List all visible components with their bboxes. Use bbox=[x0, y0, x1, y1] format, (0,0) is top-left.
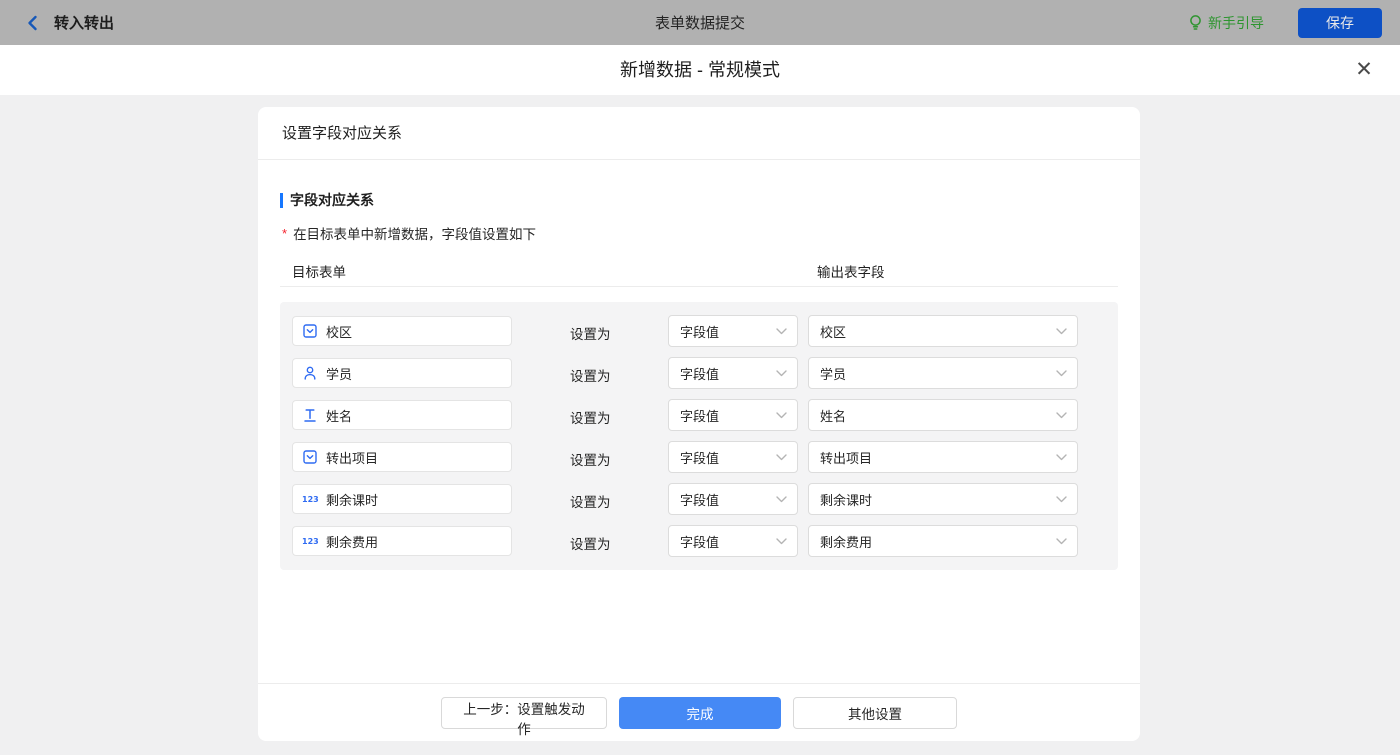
value-type-value: 字段值 bbox=[680, 406, 719, 425]
column-headers: 目标表单 输出表字段 bbox=[280, 247, 1118, 287]
close-icon[interactable]: ✕ bbox=[1352, 58, 1376, 82]
screen: 转入转出 表单数据提交 新手引导 保存 新增数据 - 常规模式 ✕ 设置字段对应… bbox=[0, 0, 1400, 755]
save-button[interactable]: 保存 bbox=[1298, 8, 1382, 38]
value-type-value: 字段值 bbox=[680, 448, 719, 467]
value-type-select[interactable]: 字段值 bbox=[668, 357, 798, 389]
target-field-label: 转出项目 bbox=[326, 448, 378, 467]
chevron-down-icon bbox=[776, 454, 787, 461]
value-type-value: 字段值 bbox=[680, 364, 719, 383]
chevron-down-icon bbox=[1056, 496, 1067, 503]
target-field-chip[interactable]: 123 学员 bbox=[292, 358, 512, 388]
chevron-down-icon bbox=[776, 370, 787, 377]
dialog-title: 新增数据 - 常规模式 bbox=[0, 45, 1400, 95]
other-settings-button[interactable]: 其他设置 bbox=[793, 697, 957, 729]
field-type-icon: 123 bbox=[302, 533, 318, 549]
set-as-label: 设置为 bbox=[570, 407, 611, 427]
chevron-down-icon bbox=[776, 412, 787, 419]
target-field-label: 校区 bbox=[326, 322, 352, 341]
output-field-value: 剩余费用 bbox=[820, 532, 872, 551]
field-type-icon: 123 bbox=[302, 491, 318, 507]
output-field-value: 校区 bbox=[820, 322, 846, 341]
required-asterisk: * bbox=[282, 226, 287, 241]
target-field-label: 剩余费用 bbox=[326, 532, 378, 551]
chevron-down-icon bbox=[1056, 412, 1067, 419]
field-mapping-row: 123 姓名 设置为 字段值 姓名 bbox=[280, 400, 1118, 430]
target-field-label: 姓名 bbox=[326, 406, 352, 425]
output-field-value: 学员 bbox=[820, 364, 846, 383]
beginner-guide-label: 新手引导 bbox=[1208, 13, 1264, 33]
output-field-select[interactable]: 转出项目 bbox=[808, 441, 1078, 473]
output-field-value: 转出项目 bbox=[820, 448, 872, 467]
chevron-down-icon bbox=[1056, 538, 1067, 545]
output-field-value: 姓名 bbox=[820, 406, 846, 425]
app-topbar: 转入转出 表单数据提交 新手引导 保存 bbox=[0, 0, 1400, 45]
value-type-select[interactable]: 字段值 bbox=[668, 525, 798, 557]
dialog-header: 新增数据 - 常规模式 ✕ bbox=[0, 45, 1400, 95]
chevron-down-icon bbox=[1056, 454, 1067, 461]
section-accent-bar bbox=[280, 193, 283, 208]
value-type-select[interactable]: 字段值 bbox=[668, 315, 798, 347]
field-mapping-row: 123 校区 设置为 字段值 校区 bbox=[280, 316, 1118, 346]
field-type-icon: 123 bbox=[302, 323, 318, 339]
output-field-select[interactable]: 学员 bbox=[808, 357, 1078, 389]
svg-text:123: 123 bbox=[302, 495, 318, 504]
chevron-down-icon bbox=[776, 328, 787, 335]
hint-row: * 在目标表单中新增数据，字段值设置如下 bbox=[280, 223, 1118, 243]
field-mapping-card: 设置字段对应关系 字段对应关系 * 在目标表单中新增数据，字段值设置如下 目标表… bbox=[258, 107, 1140, 741]
svg-text:123: 123 bbox=[302, 537, 318, 546]
card-content: 字段对应关系 * 在目标表单中新增数据，字段值设置如下 目标表单 输出表字段 bbox=[258, 190, 1140, 570]
hint-text: 在目标表单中新增数据，字段值设置如下 bbox=[293, 223, 536, 243]
target-field-chip[interactable]: 123 校区 bbox=[292, 316, 512, 346]
value-type-select[interactable]: 字段值 bbox=[668, 483, 798, 515]
target-field-chip[interactable]: 123 姓名 bbox=[292, 400, 512, 430]
field-mapping-panel: 123 校区 设置为 字段值 校区 bbox=[280, 302, 1118, 570]
field-mapping-row: 123 剩余费用 设置为 字段值 剩余费用 bbox=[280, 526, 1118, 556]
set-as-label: 设置为 bbox=[570, 491, 611, 511]
card-footer: 上一步：设置触发动作 完成 其他设置 bbox=[258, 683, 1140, 741]
output-field-select[interactable]: 校区 bbox=[808, 315, 1078, 347]
previous-step-button[interactable]: 上一步：设置触发动作 bbox=[441, 697, 607, 729]
field-type-icon: 123 bbox=[302, 449, 318, 465]
value-type-value: 字段值 bbox=[680, 490, 719, 509]
field-mapping-row: 123 剩余课时 设置为 字段值 剩余课时 bbox=[280, 484, 1118, 514]
target-field-chip[interactable]: 123 剩余课时 bbox=[292, 484, 512, 514]
output-field-select[interactable]: 剩余课时 bbox=[808, 483, 1078, 515]
column-header-target-form: 目标表单 bbox=[292, 261, 346, 281]
field-type-icon: 123 bbox=[302, 365, 318, 381]
value-type-value: 字段值 bbox=[680, 322, 719, 341]
value-type-select[interactable]: 字段值 bbox=[668, 441, 798, 473]
field-mapping-row: 123 学员 设置为 字段值 学员 bbox=[280, 358, 1118, 388]
set-as-label: 设置为 bbox=[570, 365, 611, 385]
set-as-label: 设置为 bbox=[570, 323, 611, 343]
set-as-label: 设置为 bbox=[570, 533, 611, 553]
chevron-down-icon bbox=[1056, 370, 1067, 377]
done-button[interactable]: 完成 bbox=[619, 697, 781, 729]
field-type-icon: 123 bbox=[302, 407, 318, 423]
set-as-label: 设置为 bbox=[570, 449, 611, 469]
beginner-guide-link[interactable]: 新手引导 bbox=[1188, 13, 1264, 33]
chevron-down-icon bbox=[776, 538, 787, 545]
lightbulb-icon bbox=[1188, 14, 1203, 31]
section-title: 字段对应关系 bbox=[280, 190, 1118, 210]
column-header-output-field: 输出表字段 bbox=[817, 261, 885, 281]
value-type-select[interactable]: 字段值 bbox=[668, 399, 798, 431]
target-field-chip[interactable]: 123 转出项目 bbox=[292, 442, 512, 472]
value-type-value: 字段值 bbox=[680, 532, 719, 551]
field-mapping-row: 123 转出项目 设置为 字段值 转出项目 bbox=[280, 442, 1118, 472]
chevron-down-icon bbox=[1056, 328, 1067, 335]
section-title-label: 字段对应关系 bbox=[290, 190, 374, 210]
output-field-select[interactable]: 姓名 bbox=[808, 399, 1078, 431]
target-field-label: 学员 bbox=[326, 364, 352, 383]
output-field-select[interactable]: 剩余费用 bbox=[808, 525, 1078, 557]
chevron-down-icon bbox=[776, 496, 787, 503]
target-field-label: 剩余课时 bbox=[326, 490, 378, 509]
card-header-title: 设置字段对应关系 bbox=[258, 107, 1140, 160]
output-field-value: 剩余课时 bbox=[820, 490, 872, 509]
target-field-chip[interactable]: 123 剩余费用 bbox=[292, 526, 512, 556]
